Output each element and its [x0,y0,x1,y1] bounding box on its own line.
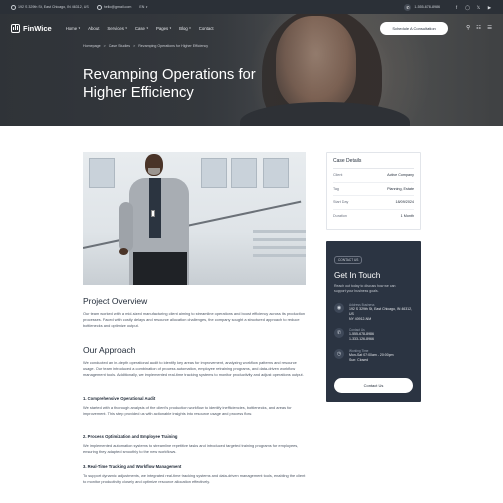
step2-heading: 2. Process Optimization and Employee Tra… [83,434,178,439]
breadcrumb-section[interactable]: Case Studies [109,44,130,48]
nav-item-blog[interactable]: Blog ▾ [179,26,191,31]
contact-hours: ◷ Working Time Mon-Sat 07:00am - 20:00pm… [334,348,413,363]
location-icon [11,4,16,10]
photo-stair [253,246,306,249]
email-info[interactable]: hello@gmail.com [96,4,132,10]
photo-stair [253,238,306,241]
nav-item-contact[interactable]: Contact [199,26,214,31]
contact-heading: Get In Touch [334,271,381,280]
chevron-down-icon: ▾ [145,5,148,9]
photo-window [263,158,289,188]
nav-item-about[interactable]: About [88,26,99,31]
youtube-icon[interactable]: ▶ [487,5,492,10]
breadcrumb-home[interactable]: Homepage [83,44,101,48]
mail-icon [96,4,102,10]
case-study-photo [83,152,306,285]
case-details-card: Case Details Client Active Company Tag Pla… [326,152,421,230]
phone-text[interactable]: 1-555-678-8986 [414,5,440,9]
location-icon: ◉ [334,303,344,313]
photo-person [119,152,205,285]
hamburger-menu-icon[interactable]: ☰ [487,25,492,31]
chevron-down-icon: ▾ [169,26,172,30]
breadcrumb-separator: > [103,44,106,48]
case-detail-row: Tag Planning, Estate [333,183,414,196]
page-title: Revamping Operations for Higher Efficien… [83,67,256,101]
chevron-down-icon: ▾ [146,26,148,30]
address-info: 192 S 329th St, East Chicago, IN 46312, … [11,4,89,10]
nav-menu: Home ▾ About Services ▾ Case ▾ Pages ▾ Blog ▾… [66,26,222,31]
schedule-consultation-button[interactable]: Schedule A Consultation [380,21,449,35]
photo-stair [253,254,306,257]
grid-menu-icon[interactable]: ☷ [476,25,481,31]
top-bar: 192 S 329th St, East Chicago, IN 46312, … [0,0,503,14]
case-detail-row: Duration 1 Month [333,214,414,219]
logo[interactable]: FinWice [11,23,52,33]
contact-phones: ✆ Contact Us 1-555-678-8986 1-333-126-89… [334,328,413,342]
approach-text: We conducted an in-depth operational aud… [83,360,304,377]
nav-item-services[interactable]: Services ▾ [107,26,127,31]
main-nav: FinWice Home ▾ About Services ▾ Case ▾ Page… [0,14,503,42]
step1-text: We started with a thorough analysis of t… [83,405,292,416]
chevron-down-icon: ▾ [78,26,81,30]
nav-item-home[interactable]: Home ▾ [66,26,80,31]
email-text[interactable]: hello@gmail.com [104,5,132,9]
instagram-icon[interactable]: ◯ [465,5,470,10]
step3-heading: 3. Real-Time Tracking and Workflow Manag… [83,464,182,469]
address-text: 192 S 329th St, East Chicago, IN 46312, … [18,5,89,9]
photo-window [231,158,257,188]
contact-us-button[interactable]: Contact Us [334,378,413,393]
search-icon[interactable]: ⚲ [466,25,470,31]
logo-icon [11,23,20,33]
photo-stair [253,230,306,233]
logo-text[interactable]: FinWice [23,24,52,33]
nav-item-pages[interactable]: Pages ▾ [156,26,171,31]
phone-icon: ✆ [334,328,344,339]
overview-text: Our team worked with a mid-sized manufac… [83,311,306,328]
overview-heading: Project Overview [83,296,148,306]
x-icon[interactable]: 𝕏 [476,5,481,10]
step1-heading: 1. Comprehensive Operational Audit [83,396,156,401]
case-details-heading: Case Details [333,158,414,169]
phone-info[interactable]: ✆ 1-555-678-8986 [404,3,440,11]
step3-text: To support dynamic adjustments, we integ… [83,473,306,484]
approach-heading: Our Approach [83,345,136,355]
clock-icon: ◷ [334,348,344,359]
breadcrumb-separator: > [133,44,136,48]
photo-window [89,158,115,188]
breadcrumb-current: Revamping Operations for Higher Efficien… [138,44,209,48]
contact-card: CONTACT US Get In Touch Reach out today … [326,241,421,402]
step2-text: We implemented automation systems to str… [83,443,299,454]
language-text[interactable]: EN [139,5,144,9]
phone-icon: ✆ [404,3,412,11]
language-selector[interactable]: EN ▾ [139,5,147,9]
breadcrumb: Homepage > Case Studies > Revamping Oper… [83,44,211,48]
case-detail-row: Client Active Company [333,169,414,183]
chevron-down-icon: ▾ [189,26,191,30]
contact-pill: CONTACT US [334,256,363,264]
nav-item-case[interactable]: Case ▾ [135,26,148,31]
facebook-icon[interactable]: f [454,5,459,10]
case-detail-row: Start Day 18/09/2024 [333,196,414,210]
contact-address: ◉ Address Business 192 S 329th St, East … [334,303,413,321]
chevron-down-icon: ▾ [125,26,127,30]
contact-text: Reach out today to discuss how we can su… [334,284,396,293]
